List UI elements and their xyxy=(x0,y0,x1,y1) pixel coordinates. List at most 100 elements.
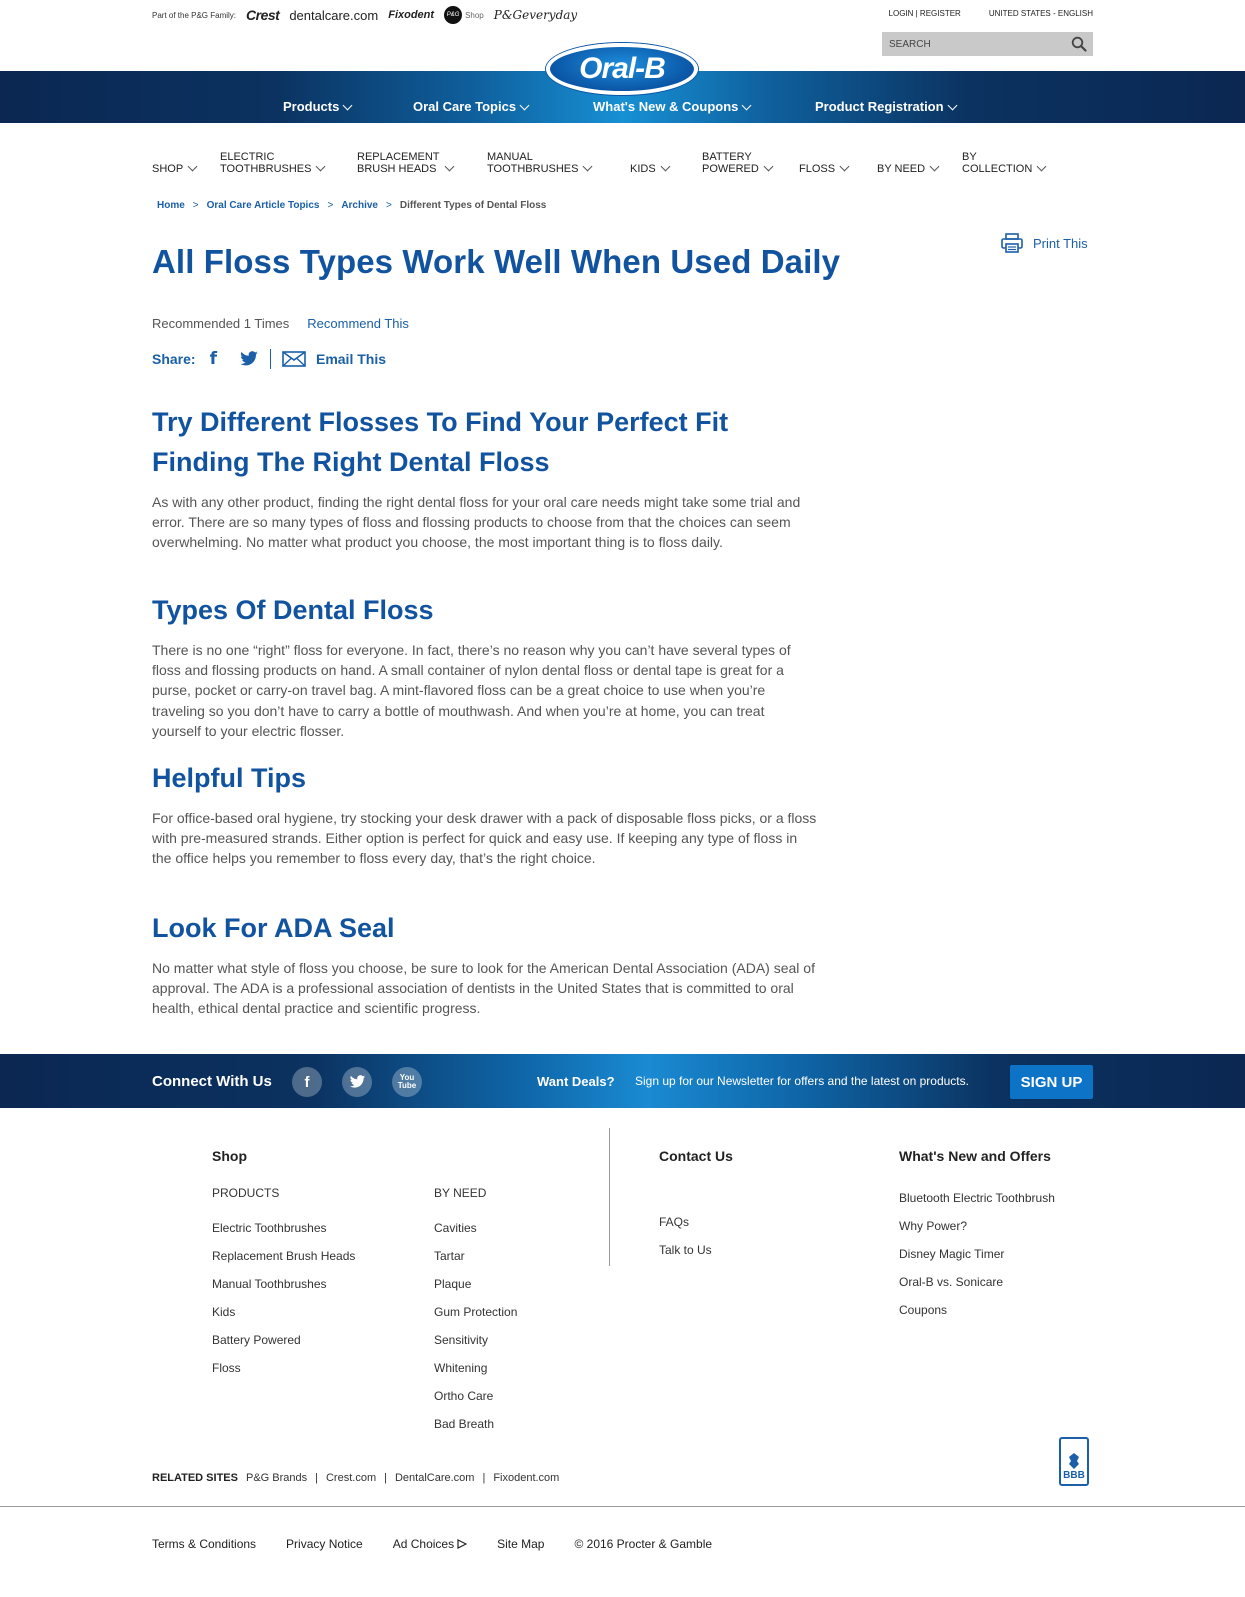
terms-conditions-link[interactable]: Terms & Conditions xyxy=(152,1537,256,1551)
want-deals-label: Want Deals? xyxy=(537,1074,615,1089)
category-manual-toothbrushes[interactable]: MANUAL TOOTHBRUSHES xyxy=(487,143,593,175)
footer-link[interactable]: Whitening xyxy=(434,1361,487,1375)
footer-link[interactable]: Why Power? xyxy=(899,1219,967,1233)
sign-up-button[interactable]: SIGN UP xyxy=(1010,1065,1093,1099)
category-label: FLOSS xyxy=(799,163,836,175)
footer-link[interactable]: Battery Powered xyxy=(212,1333,301,1347)
footer-link[interactable]: Electric Toothbrushes xyxy=(212,1221,327,1235)
footer-heading: What's New and Offers xyxy=(899,1148,1051,1164)
article-section: Look For ADA Seal No matter what style o… xyxy=(152,908,817,1019)
footer-shop-column: Shop xyxy=(212,1148,247,1164)
site-map-link[interactable]: Site Map xyxy=(497,1537,544,1551)
twitter-icon[interactable] xyxy=(342,1067,372,1097)
section-heading: Helpful Tips xyxy=(152,763,307,793)
related-site-link[interactable]: DentalCare.com xyxy=(395,1472,474,1484)
connect-title: Connect With Us xyxy=(152,1073,272,1090)
page-title: All Floss Types Work Well When Used Dail… xyxy=(152,243,841,280)
footer-link[interactable]: Replacement Brush Heads xyxy=(212,1249,355,1263)
main-nav-product-registration[interactable]: Product Registration xyxy=(815,99,958,114)
footer-link[interactable]: Gum Protection xyxy=(434,1305,517,1319)
article-section: Types Of Dental Floss There is no one “r… xyxy=(152,590,817,741)
footer-link[interactable]: Ortho Care xyxy=(434,1389,493,1403)
category-replacement-brush-heads[interactable]: REPLACEMENT BRUSH HEADS xyxy=(357,143,454,175)
print-label: Print This xyxy=(1033,235,1088,251)
related-site-link[interactable]: Fixodent.com xyxy=(493,1472,559,1484)
footer-link[interactable]: Coupons xyxy=(899,1303,947,1317)
section-paragraph: There is no one “right” floss for everyo… xyxy=(152,642,791,739)
section-paragraph: No matter what style of floss you choose… xyxy=(152,960,815,1017)
chevron-down-icon xyxy=(763,161,774,172)
category-floss[interactable]: FLOSS xyxy=(799,143,850,175)
footer-link[interactable]: Tartar xyxy=(434,1249,465,1263)
brand-link-pg-shop[interactable]: P&G Shop xyxy=(444,6,484,24)
category-by-need[interactable]: BY NEED xyxy=(877,143,940,175)
email-this-link[interactable]: Email This xyxy=(316,351,386,367)
breadcrumb-oral-care-article-topics[interactable]: Oral Care Article Topics xyxy=(207,200,320,211)
footer-link[interactable]: Bad Breath xyxy=(434,1417,494,1431)
main-nav-label: Oral Care Topics xyxy=(413,99,517,114)
logo-text: Oral-B xyxy=(579,52,666,85)
footer-link[interactable]: Bluetooth Electric Toothbrush xyxy=(899,1191,1055,1205)
category-shop[interactable]: SHOP xyxy=(152,143,198,175)
recommend-this-link[interactable]: Recommend This xyxy=(307,316,409,331)
footer-link[interactable]: Kids xyxy=(212,1305,235,1319)
category-kids[interactable]: KIDS xyxy=(630,143,671,175)
footer-link[interactable]: Sensitivity xyxy=(434,1333,488,1347)
locale-selector[interactable]: UNITED STATES - ENGLISH xyxy=(989,9,1093,18)
utility-links: LOGIN | REGISTER UNITED STATES - ENGLISH xyxy=(889,9,1093,18)
youtube-icon[interactable]: You Tube xyxy=(392,1067,422,1097)
breadcrumb: Home > Oral Care Article Topics > Archiv… xyxy=(157,200,546,211)
chevron-down-icon xyxy=(839,161,850,172)
share-label: Share: xyxy=(152,351,196,367)
footer-link[interactable]: Cavities xyxy=(434,1221,477,1235)
newsletter-text: Sign up for our Newsletter for offers an… xyxy=(635,1074,969,1088)
privacy-notice-link[interactable]: Privacy Notice xyxy=(286,1537,363,1551)
bbb-badge[interactable]: BBB xyxy=(1059,1437,1089,1486)
footer-link[interactable]: Talk to Us xyxy=(659,1243,712,1257)
footer-link[interactable]: Floss xyxy=(212,1361,241,1375)
footer-link[interactable]: FAQs xyxy=(659,1215,689,1229)
ad-choices-link[interactable]: Ad Choices xyxy=(393,1537,468,1551)
breadcrumb-separator: > xyxy=(192,200,199,211)
breadcrumb-home[interactable]: Home xyxy=(157,200,185,211)
footer-subheading: BY NEED xyxy=(434,1186,487,1200)
main-nav-whats-new-coupons[interactable]: What's New & Coupons xyxy=(593,99,752,114)
main-nav-products[interactable]: Products xyxy=(283,99,353,114)
brand-link-pg-everyday[interactable]: P&Geveryday xyxy=(494,8,577,22)
brand-link-fixodent[interactable]: Fixodent xyxy=(388,9,434,21)
category-label: ELECTRIC TOOTHBRUSHES xyxy=(220,151,312,175)
footer-link[interactable]: Manual Toothbrushes xyxy=(212,1277,327,1291)
twitter-bird-icon xyxy=(349,1075,365,1088)
brand-link-crest[interactable]: Crest xyxy=(246,7,280,23)
chevron-down-icon xyxy=(187,161,198,172)
chevron-down-icon xyxy=(741,100,752,110)
footer-link[interactable]: Disney Magic Timer xyxy=(899,1247,1004,1261)
category-electric-toothbrushes[interactable]: ELECTRIC TOOTHBRUSHES xyxy=(220,143,326,175)
pg-shop-label: Shop xyxy=(465,10,484,20)
email-icon[interactable] xyxy=(282,351,306,367)
footer-heading: Contact Us xyxy=(659,1148,733,1164)
footer-link[interactable]: Oral-B vs. Sonicare xyxy=(899,1275,1003,1289)
footer-divider xyxy=(609,1128,610,1266)
login-register-link[interactable]: LOGIN | REGISTER xyxy=(889,9,961,18)
footer-link[interactable]: Plaque xyxy=(434,1277,471,1291)
chevron-down-icon xyxy=(660,161,671,172)
main-nav-oral-care-topics[interactable]: Oral Care Topics xyxy=(413,99,530,114)
twitter-share-icon[interactable] xyxy=(239,351,259,367)
facebook-share-icon[interactable]: f xyxy=(210,349,217,369)
related-site-link[interactable]: P&G Brands xyxy=(246,1472,307,1484)
category-battery-powered[interactable]: BATTERY POWERED xyxy=(702,143,774,175)
category-by-collection[interactable]: BY COLLECTION xyxy=(962,143,1047,175)
oral-b-logo[interactable]: Oral-B xyxy=(546,43,698,95)
search-icon[interactable] xyxy=(1071,36,1087,52)
related-site-link[interactable]: Crest.com xyxy=(326,1472,376,1484)
related-divider: | xyxy=(482,1472,486,1484)
search-input[interactable] xyxy=(889,38,1059,50)
search-box xyxy=(882,32,1093,56)
brand-link-dentalcare[interactable]: dentalcare.com xyxy=(289,8,378,23)
footer-products-column: PRODUCTS Electric Toothbrushes Replaceme… xyxy=(212,1186,355,1382)
facebook-icon[interactable]: f xyxy=(292,1067,322,1097)
breadcrumb-archive[interactable]: Archive xyxy=(341,200,378,211)
section-heading: Try Different Flosses To Find Your Perfe… xyxy=(152,407,729,437)
print-button[interactable]: Print This xyxy=(1001,233,1088,253)
